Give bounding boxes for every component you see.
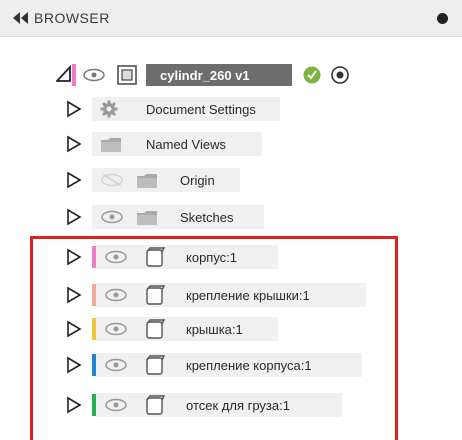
folder-row-origin[interactable]: Origin xyxy=(0,165,462,195)
collapse-panel-icon[interactable] xyxy=(12,12,30,24)
browser-header: BROWSER xyxy=(0,0,462,37)
root-component-row[interactable]: cylindr_260 v1 xyxy=(0,60,462,90)
activate-badge-icon[interactable] xyxy=(302,65,322,85)
root-color-bar xyxy=(72,64,76,86)
gear-icon xyxy=(100,100,118,118)
eye-icon[interactable] xyxy=(100,210,124,224)
folder-label: Origin xyxy=(180,173,215,188)
collapsed-triangle-icon[interactable] xyxy=(66,171,82,189)
expanded-triangle-icon[interactable] xyxy=(56,65,72,83)
folder-label: Document Settings xyxy=(146,102,256,117)
collapsed-triangle-icon[interactable] xyxy=(66,100,82,118)
eye-icon[interactable] xyxy=(82,68,106,82)
collapsed-triangle-icon[interactable] xyxy=(66,208,82,226)
panel-options-icon[interactable] xyxy=(437,13,448,24)
folder-label: Named Views xyxy=(146,137,226,152)
folder-row-sketches[interactable]: Sketches xyxy=(0,202,462,232)
eye-hidden-icon[interactable] xyxy=(100,173,124,187)
root-component-name[interactable]: cylindr_260 v1 xyxy=(160,68,250,83)
active-radio-icon[interactable] xyxy=(330,65,350,85)
folder-row-named-views[interactable]: Named Views xyxy=(0,129,462,159)
collapsed-triangle-icon[interactable] xyxy=(66,135,82,153)
browser-title: BROWSER xyxy=(34,10,110,26)
folder-icon xyxy=(101,138,121,152)
folder-row-document-settings[interactable]: Document Settings xyxy=(0,94,462,124)
folder-icon xyxy=(137,174,157,188)
document-icon xyxy=(117,65,137,85)
folder-icon xyxy=(137,211,157,225)
highlight-box xyxy=(30,236,398,440)
folder-label: Sketches xyxy=(180,210,234,225)
